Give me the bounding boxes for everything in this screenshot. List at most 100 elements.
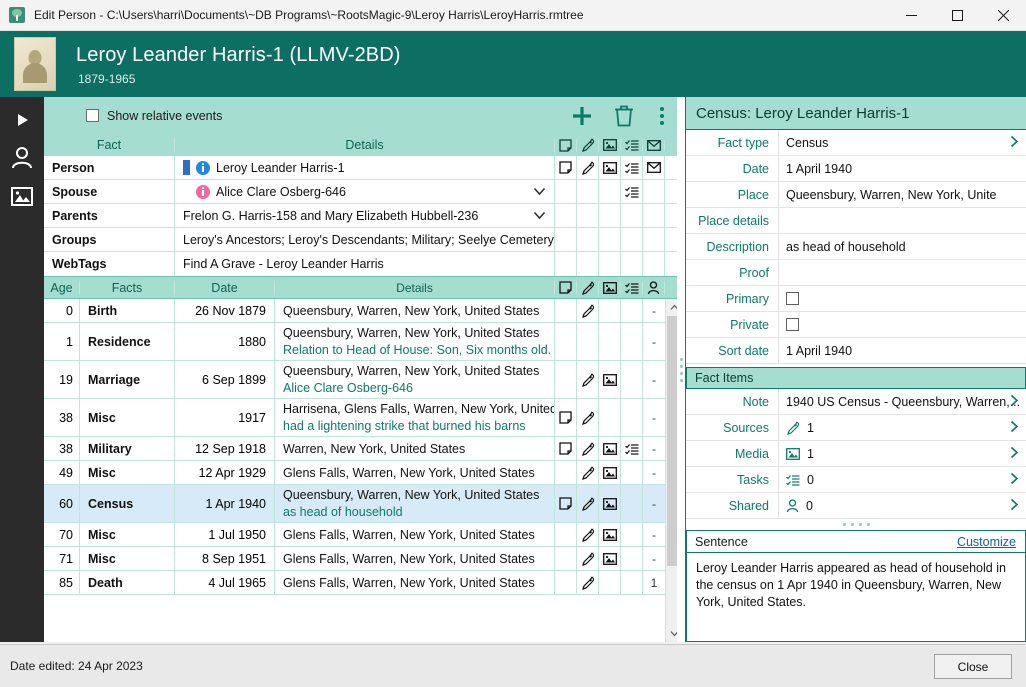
chevron-right-icon[interactable] — [1009, 135, 1020, 151]
address-icon[interactable] — [647, 162, 661, 173]
summary-cell-source-icon[interactable] — [577, 156, 599, 179]
summary-row-details[interactable]: Leroy's Ancestors; Leroy's Descendants; … — [175, 228, 555, 251]
fact-cell-source-icon[interactable] — [577, 323, 599, 360]
fact-item-value[interactable]: 1 — [778, 415, 1026, 440]
fact-cell-tasks-icon[interactable] — [621, 299, 643, 322]
detail-field-checkbox[interactable] — [786, 292, 799, 305]
fact-cell-media-icon[interactable] — [599, 299, 621, 322]
fact-cell-source-icon[interactable] — [577, 461, 599, 484]
summary-cell-tasks-icon[interactable] — [621, 252, 643, 276]
tasks-icon[interactable] — [786, 474, 800, 486]
fact-row[interactable]: 71Misc8 Sep 1951Glens Falls, Warren, New… — [44, 547, 665, 571]
show-relative-events-checkbox[interactable]: Show relative events — [86, 109, 222, 123]
detail-field-value[interactable]: 1 April 1940 — [778, 156, 1026, 181]
panel-splitter[interactable] — [677, 97, 685, 642]
fact-cell-tasks-icon[interactable] — [621, 323, 643, 360]
fact-row[interactable]: 70Misc1 Jul 1950Glens Falls, Warren, New… — [44, 523, 665, 547]
media-icon[interactable] — [786, 448, 800, 460]
chevron-down-icon[interactable] — [533, 209, 546, 223]
summary-cell-note-icon[interactable] — [555, 180, 577, 203]
chevron-right-icon[interactable] — [1009, 498, 1020, 514]
source-icon[interactable] — [581, 528, 595, 542]
fact-row[interactable]: 19Marriage6 Sep 1899Queensbury, Warren, … — [44, 361, 665, 399]
note-icon[interactable] — [559, 497, 572, 510]
detail-field-value[interactable] — [778, 260, 1026, 285]
fact-items-splitter[interactable] — [686, 519, 1026, 530]
trash-icon[interactable] — [614, 104, 634, 127]
detail-field-value[interactable]: Queensbury, Warren, New York, Unite — [778, 182, 1026, 207]
fact-cell-shared-person-icon[interactable]: - — [643, 399, 665, 436]
female-info-icon[interactable] — [196, 185, 210, 199]
summary-row[interactable]: SpouseAlice Clare Osberg-646 — [44, 180, 682, 204]
fact-cell-note-icon[interactable] — [555, 399, 577, 436]
fact-cell-tasks-icon[interactable] — [621, 461, 643, 484]
fact-row[interactable]: 0Birth26 Nov 1879Queensbury, Warren, New… — [44, 299, 665, 323]
facts-col-header-note-icon[interactable] — [555, 281, 577, 294]
fact-cell-note-icon[interactable] — [555, 547, 577, 570]
fact-row[interactable]: 85Death4 Jul 1965Glens Falls, Warren, Ne… — [44, 571, 665, 595]
fact-cell-shared-person-icon[interactable]: - — [643, 547, 665, 570]
fact-cell-media-icon[interactable] — [599, 323, 621, 360]
note-icon[interactable] — [559, 442, 572, 455]
fact-item-value[interactable]: 1940 US Census - Queensbury, Warren,... — [778, 389, 1026, 414]
fact-row[interactable]: 38Military12 Sep 1918Warren, New York, U… — [44, 437, 665, 461]
summary-cell-source-icon[interactable] — [577, 204, 599, 227]
summary-cell-note-icon[interactable] — [555, 228, 577, 251]
fact-item-value[interactable]: 0 — [778, 493, 1026, 518]
col-header-note-icon[interactable] — [555, 139, 577, 152]
source-icon[interactable] — [581, 161, 595, 175]
summary-row-details[interactable]: Find A Grave - Leroy Leander Harris — [175, 252, 555, 276]
media-icon[interactable] — [603, 162, 617, 174]
fact-cell-source-icon[interactable] — [577, 437, 599, 460]
close-button[interactable]: Close — [934, 654, 1012, 679]
chevron-right-icon[interactable] — [1009, 420, 1020, 436]
fact-cell-note-icon[interactable] — [555, 361, 577, 398]
fact-row[interactable]: 1Residence1880Queensbury, Warren, New Yo… — [44, 323, 665, 361]
shared-person-icon[interactable] — [786, 499, 799, 513]
fact-cell-source-icon[interactable] — [577, 571, 599, 594]
facts-col-header-shared-person-icon[interactable] — [643, 281, 665, 295]
summary-row[interactable]: WebTagsFind A Grave - Leroy Leander Harr… — [44, 252, 682, 276]
summary-cell-tasks-icon[interactable] — [621, 204, 643, 227]
fact-cell-tasks-icon[interactable] — [621, 571, 643, 594]
facts-col-header-media-icon[interactable] — [599, 282, 621, 294]
facts-col-header-tasks-icon[interactable] — [621, 282, 643, 294]
fact-item-row[interactable]: Shared0 — [686, 493, 1026, 519]
fact-cell-media-icon[interactable] — [599, 461, 621, 484]
summary-cell-address-icon[interactable] — [643, 228, 665, 251]
fact-row[interactable]: 38Misc1917Harrisena, Glens Falls, Warren… — [44, 399, 665, 437]
fact-cell-note-icon[interactable] — [555, 461, 577, 484]
chevron-right-icon[interactable] — [1009, 446, 1020, 462]
summary-cell-address-icon[interactable] — [643, 204, 665, 227]
source-icon[interactable] — [581, 466, 595, 480]
customize-link[interactable]: Customize — [957, 535, 1016, 549]
male-info-icon[interactable] — [196, 161, 210, 175]
media-icon[interactable] — [603, 467, 617, 479]
summary-cell-tasks-icon[interactable] — [621, 156, 643, 179]
fact-cell-source-icon[interactable] — [577, 399, 599, 436]
summary-cell-source-icon[interactable] — [577, 252, 599, 276]
media-icon[interactable] — [603, 529, 617, 541]
note-icon[interactable] — [559, 411, 572, 424]
fact-cell-shared-person-icon[interactable]: - — [643, 437, 665, 460]
summary-cell-tasks-icon[interactable] — [621, 180, 643, 203]
fact-row[interactable]: 49Misc12 Apr 1929Glens Falls, Warren, Ne… — [44, 461, 665, 485]
fact-cell-media-icon[interactable] — [599, 547, 621, 570]
fact-cell-note-icon[interactable] — [555, 323, 577, 360]
fact-cell-note-icon[interactable] — [555, 299, 577, 322]
source-icon[interactable] — [581, 442, 595, 456]
fact-cell-source-icon[interactable] — [577, 299, 599, 322]
add-icon[interactable] — [570, 104, 594, 128]
fact-cell-note-icon[interactable] — [555, 437, 577, 460]
fact-cell-source-icon[interactable] — [577, 361, 599, 398]
fact-cell-tasks-icon[interactable] — [621, 485, 643, 522]
summary-row-details[interactable]: Alice Clare Osberg-646 — [175, 180, 555, 203]
fact-cell-source-icon[interactable] — [577, 547, 599, 570]
chevron-right-icon[interactable] — [1009, 394, 1020, 410]
source-icon[interactable] — [581, 304, 595, 318]
source-icon[interactable] — [581, 373, 595, 387]
summary-cell-media-icon[interactable] — [599, 252, 621, 276]
fact-cell-media-icon[interactable] — [599, 485, 621, 522]
fact-item-row[interactable]: Sources1 — [686, 415, 1026, 441]
fact-cell-media-icon[interactable] — [599, 361, 621, 398]
